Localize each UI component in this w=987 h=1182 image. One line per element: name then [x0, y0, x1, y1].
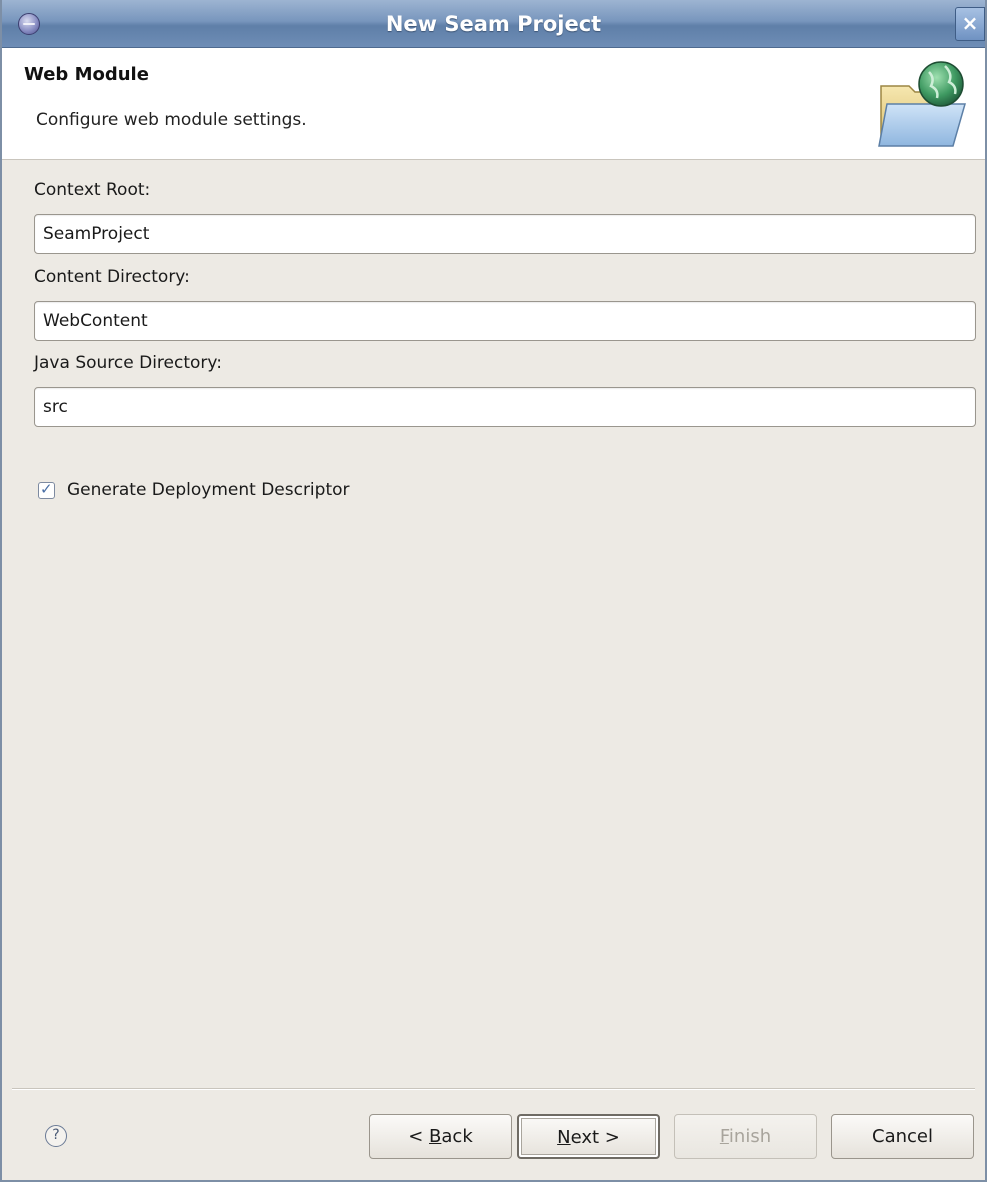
help-icon[interactable]: ? — [45, 1125, 67, 1147]
finish-button-mnemonic: F — [719, 1126, 729, 1147]
next-button-mnemonic: N — [557, 1127, 571, 1148]
generate-deployment-descriptor-checkbox[interactable]: ✓ — [38, 479, 55, 499]
back-button[interactable]: < Back — [369, 1114, 512, 1159]
java-source-directory-input[interactable] — [34, 387, 976, 427]
content-directory-input[interactable] — [34, 301, 976, 341]
window-title: New Seam Project — [385, 12, 602, 36]
finish-button[interactable]: Finish — [674, 1114, 817, 1159]
content-directory-label: Content Directory: — [34, 267, 190, 287]
context-root-input[interactable] — [34, 214, 976, 254]
title-bar: New Seam Project × — [2, 0, 985, 48]
close-button[interactable]: × — [955, 7, 985, 41]
back-button-label: ack — [441, 1126, 473, 1147]
back-button-prefix: < — [408, 1126, 430, 1147]
footer-separator — [12, 1088, 975, 1090]
header-banner: Web Module Configure web module settings… — [2, 48, 985, 160]
page-description: Configure web module settings. — [36, 110, 307, 130]
context-root-label: Context Root: — [34, 180, 151, 200]
java-source-directory-label: Java Source Directory: — [34, 353, 222, 373]
finish-button-label: inish — [728, 1126, 772, 1147]
cancel-button[interactable]: Cancel — [831, 1114, 974, 1159]
checkmark-icon: ✓ — [40, 479, 53, 498]
generate-deployment-descriptor-label: Generate Deployment Descriptor — [67, 480, 350, 500]
new-seam-project-dialog: New Seam Project × Web Module Configure … — [0, 0, 987, 1182]
back-button-mnemonic: B — [429, 1126, 442, 1147]
next-button-label: ext > — [570, 1127, 620, 1148]
generate-deployment-descriptor-row[interactable]: ✓ Generate Deployment Descriptor — [38, 477, 350, 503]
folder-globe-icon — [878, 61, 966, 147]
next-button[interactable]: Next > — [517, 1114, 660, 1159]
page-title: Web Module — [24, 64, 149, 85]
